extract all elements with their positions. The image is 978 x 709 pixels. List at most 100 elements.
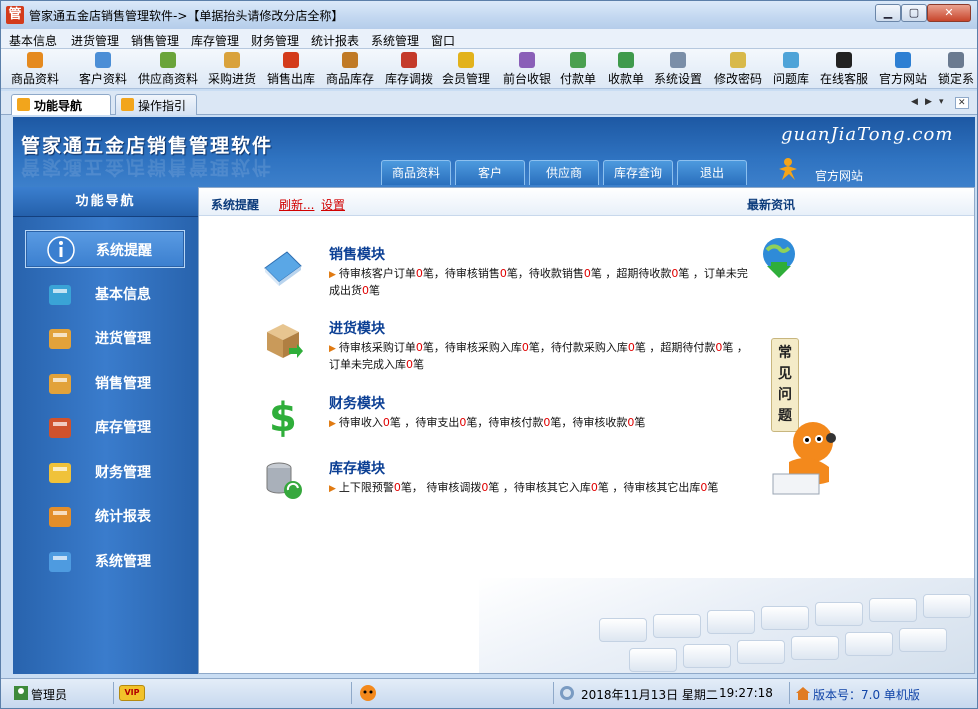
tab-scroll-right-icon[interactable]: ▶	[925, 97, 932, 107]
purchase-icon	[224, 52, 240, 68]
title-bar: 管 管家通五金店销售管理软件->【单据抬头请修改分店全称】 ▁ ▢ ✕	[1, 1, 977, 29]
inventory-module-title[interactable]: 库存模块	[329, 458, 385, 478]
toolbar-button-1[interactable]: 商品资料	[11, 51, 59, 87]
inventory-module-desc: ▶ 上下限预警0笔， 待审核调拨0笔 ，待审核其它入库0笔 ，待审核其它出库0笔	[329, 481, 719, 494]
finance-module-desc: ▶ 待审收入0笔 ，待审支出0笔，待审核付款0笔，待审核收款0笔	[329, 416, 646, 429]
goods-icon	[27, 52, 43, 68]
finance-module-title[interactable]: 财务模块	[329, 393, 385, 413]
toolbar-button-label: 库存调拨	[385, 72, 434, 86]
book-icon	[264, 251, 302, 286]
official-site-link[interactable]: 官方网站	[815, 167, 863, 184]
nav-item-label: 基本信息	[95, 286, 151, 303]
toolbar-button-label: 销售出库	[267, 72, 316, 86]
menu-window[interactable]: 窗口	[431, 32, 455, 49]
official-site-person-icon[interactable]	[777, 157, 799, 181]
nav-item-3[interactable]: 进货管理	[25, 319, 185, 357]
toolbar-button-6[interactable]: 商品库存	[326, 51, 374, 87]
tab-close-icon[interactable]: ✕	[955, 97, 969, 109]
app-window: 管 管家通五金店销售管理软件->【单据抬头请修改分店全称】 ▁ ▢ ✕ 基本信息…	[0, 0, 978, 709]
service-face-icon[interactable]	[359, 684, 377, 702]
info-icon	[47, 236, 75, 264]
menu-basic-info[interactable]: 基本信息	[9, 32, 57, 49]
menu-purchase[interactable]: 进货管理	[71, 32, 119, 49]
nav-item-4[interactable]: 销售管理	[25, 364, 185, 402]
tab-label: 功能导航	[34, 99, 83, 113]
app-logo-icon: 管	[6, 6, 24, 24]
tab-scroll-left-icon[interactable]: ◀	[911, 97, 918, 107]
nav-item-2[interactable]: 基本信息	[25, 275, 185, 313]
toolbar-button-12[interactable]: 系统设置	[654, 51, 702, 87]
toolbar-button-17[interactable]: 锁定系	[938, 51, 974, 87]
nav-item-5[interactable]: 库存管理	[25, 408, 185, 446]
clock-globe-icon	[560, 686, 574, 700]
toolbar-button-label: 会员管理	[442, 72, 491, 86]
toolbar-button-9[interactable]: 前台收银	[503, 51, 551, 87]
banner-tab-stock-query[interactable]: 库存查询	[603, 160, 673, 185]
toolbar-button-label: 问题库	[773, 72, 810, 86]
nav-item-7[interactable]: 统计报表	[25, 497, 185, 535]
toolbar-button-11[interactable]: 收款单	[608, 51, 644, 87]
finance-module-summary: 待审收入0笔 ，待审支出0笔，待审核付款0笔，待审核收款0笔	[338, 416, 646, 429]
system-icon	[49, 551, 71, 572]
menu-reports[interactable]: 统计报表	[311, 32, 359, 49]
purchase-module-title[interactable]: 进货模块	[329, 318, 385, 338]
minimize-button[interactable]: ▁	[875, 4, 901, 22]
toolbar-button-2[interactable]: 客户资料	[79, 51, 127, 87]
toolbar-button-4[interactable]: 采购进货	[208, 51, 256, 87]
banner-title-reflection: 管家通五金店销售管理软件	[21, 156, 274, 178]
menu-inventory[interactable]: 库存管理	[191, 32, 239, 49]
banner-tab-suppliers[interactable]: 供应商	[529, 160, 599, 185]
nav-item-label: 系统提醒	[96, 243, 152, 259]
nav-header: 功能导航	[13, 187, 198, 217]
banner: 管家通五金店销售管理软件 管家通五金店销售管理软件 guanJiaTong.co…	[13, 117, 975, 187]
toolbar-button-8[interactable]: 会员管理	[442, 51, 490, 87]
maximize-button[interactable]: ▢	[901, 4, 927, 22]
home-icon	[796, 687, 810, 700]
menu-system[interactable]: 系统管理	[371, 32, 419, 49]
tab-list-icon[interactable]: ▾	[939, 97, 944, 107]
close-button[interactable]: ✕	[927, 4, 971, 22]
tab-function-nav[interactable]: 功能导航	[11, 94, 111, 115]
nav-item-label: 系统管理	[95, 553, 151, 570]
nav-item-6[interactable]: 财务管理	[25, 453, 185, 491]
toolbar-button-15[interactable]: 在线客服	[820, 51, 868, 87]
refresh-link[interactable]: 刷新...	[279, 196, 314, 213]
receipt-icon	[618, 52, 634, 68]
tab-operation-guide[interactable]: 操作指引	[115, 94, 197, 115]
toolbar-button-label: 付款单	[560, 72, 597, 86]
system-remind-label: 系统提醒	[211, 198, 260, 212]
banner-tab-goods[interactable]: 商品资料	[381, 160, 451, 185]
sales-module-title[interactable]: 销售模块	[329, 244, 385, 264]
toolbar-button-16[interactable]: 官方网站	[879, 51, 927, 87]
user-icon	[14, 686, 28, 700]
toolbar-button-10[interactable]: 付款单	[560, 51, 596, 87]
toolbar-button-3[interactable]: 供应商资料	[138, 51, 198, 87]
toolbar-button-5[interactable]: 销售出库	[267, 51, 315, 87]
toolbar-button-14[interactable]: 问题库	[773, 51, 809, 87]
qq-service-icon	[836, 52, 852, 68]
banner-tab-customers[interactable]: 客户	[455, 160, 525, 185]
nav-item-label: 财务管理	[95, 464, 151, 481]
banner-tab-exit[interactable]: 退出	[677, 160, 747, 185]
news-globe-icon[interactable]	[759, 236, 799, 280]
menu-finance[interactable]: 财务管理	[251, 32, 299, 49]
status-version: 版本号：7.0 单机版	[813, 688, 920, 702]
purchase-module: 进货模块 ▶ 待审核采购订单0笔，待审核采购入库0笔，待付款采购入库0笔 ，超期待…	[261, 318, 748, 378]
nav-item-label: 进货管理	[95, 331, 151, 347]
faq-icon	[783, 52, 799, 68]
toolbar-button-7[interactable]: 库存调拨	[385, 51, 433, 87]
nav-item-1[interactable]: 系统提醒	[25, 230, 185, 268]
nav-item-8[interactable]: 系统管理	[25, 542, 185, 580]
lock-icon	[948, 52, 964, 68]
sales-module: 销售模块 ▶ 待审核客户订单0笔，待审核销售0笔，待收款销售0笔 ，超期待收款0笔…	[261, 244, 748, 304]
settings-link[interactable]: 设置	[321, 196, 345, 213]
purchase-module-summary: 待审核采购订单0笔，待审核采购入库0笔，待付款采购入库0笔 ，超期待付款0笔 ，…	[329, 341, 748, 371]
svg-text:$: $	[269, 395, 297, 437]
tab-bar: 功能导航 操作指引 ◀ ▶ ▾ ✕	[1, 91, 977, 115]
toolbar-button-13[interactable]: 修改密码	[714, 51, 762, 87]
menu-sales[interactable]: 销售管理	[131, 32, 179, 49]
banner-title: 管家通五金店销售管理软件	[21, 135, 274, 157]
toolbar-button-label: 系统设置	[654, 72, 703, 86]
finance-module: $ 财务模块 ▶ 待审收入0笔 ，待审支出0笔，待审核付款0笔，待审核收款0笔	[261, 393, 741, 443]
warehouse-icon	[49, 418, 71, 438]
